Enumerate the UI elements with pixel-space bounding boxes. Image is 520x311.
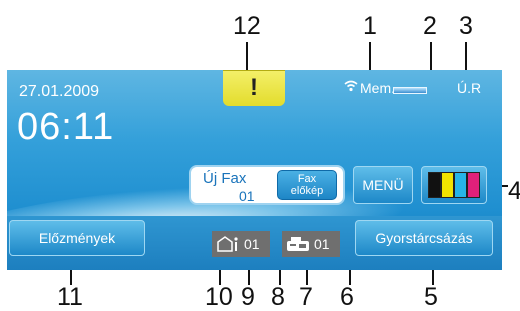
- menu-button[interactable]: MENÜ: [353, 166, 413, 204]
- ink-level-button[interactable]: [421, 166, 487, 204]
- callout-6: 6: [340, 283, 354, 311]
- memory-fax-counter: 01: [212, 231, 270, 257]
- new-fax-button[interactable]: Új Fax 01 Fax előkép: [189, 165, 345, 205]
- warning-button[interactable]: !: [223, 70, 285, 106]
- callout-7: 7: [299, 283, 313, 311]
- callout-9: 9: [241, 283, 255, 311]
- callout-12: 12: [233, 12, 261, 40]
- ink-level-icon: [467, 172, 480, 198]
- ur-label: Ú.R: [457, 80, 482, 96]
- memory-bar-icon: [393, 87, 427, 94]
- callout-1: 1: [363, 12, 377, 40]
- fax-machine-icon: [287, 237, 309, 251]
- speed-dial-button[interactable]: Gyorstárcsázás: [355, 220, 493, 256]
- ink-level-icon: [441, 172, 454, 198]
- fax-machine-count: 01: [314, 236, 330, 252]
- new-fax-label: Új Fax: [203, 170, 247, 187]
- new-fax-count: 01: [239, 188, 255, 204]
- fax-preview-button[interactable]: Fax előkép: [277, 170, 337, 200]
- time-display: 06:11: [17, 106, 115, 148]
- ink-level-icon: [454, 172, 467, 198]
- date-display: 27.01.2009: [19, 83, 100, 100]
- fax-preview-line1: Fax: [297, 173, 317, 185]
- fax-machine-counter: 01: [282, 231, 340, 257]
- callout-11: 11: [57, 283, 83, 311]
- warning-icon: !: [250, 74, 258, 101]
- history-button[interactable]: Előzmények: [9, 220, 145, 256]
- wifi-icon: [344, 80, 358, 92]
- callout-2: 2: [423, 12, 437, 40]
- memory-fax-count: 01: [244, 236, 260, 252]
- memory-fax-icon: [217, 236, 238, 252]
- ink-level-icon: [428, 172, 441, 198]
- callout-3: 3: [459, 12, 473, 40]
- callout-8: 8: [271, 283, 285, 311]
- callout-10: 10: [205, 283, 233, 311]
- fax-preview-line2: előkép: [290, 185, 324, 197]
- callout-4: 4: [508, 177, 520, 205]
- leader-line-12: [246, 42, 248, 70]
- callout-5: 5: [424, 283, 438, 311]
- lcd-screen: 27.01.2009 06:11 ! Mem. Ú.R Új Fax 01 Fa…: [7, 70, 502, 270]
- memory-label: Mem.: [360, 80, 395, 96]
